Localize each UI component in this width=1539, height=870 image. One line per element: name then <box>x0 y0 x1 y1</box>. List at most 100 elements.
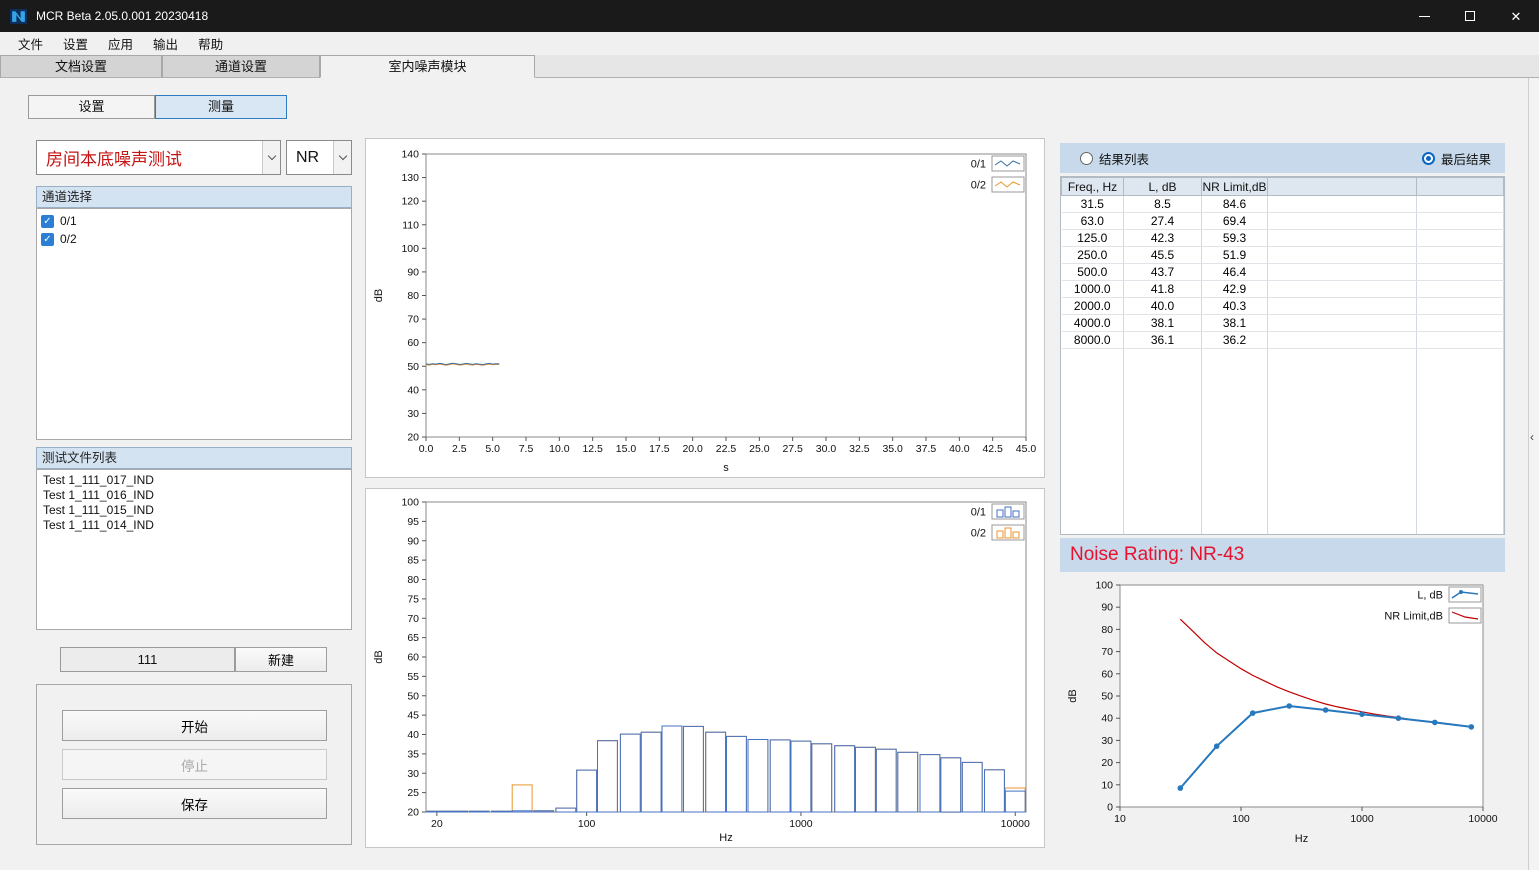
noise-rating-banner: Noise Rating: NR-43 <box>1060 538 1505 572</box>
svg-text:Hz: Hz <box>1295 833 1308 845</box>
channel-item[interactable]: ✓ 0/2 <box>37 230 351 248</box>
svg-text:80: 80 <box>1101 624 1113 636</box>
app-logo-icon <box>10 8 27 25</box>
radio-selected-icon <box>1422 152 1435 165</box>
window-controls: ✕ <box>1401 0 1539 32</box>
svg-text:70: 70 <box>407 314 419 326</box>
svg-text:95: 95 <box>407 516 419 528</box>
maximize-button[interactable] <box>1447 0 1493 32</box>
new-button[interactable]: 新建 <box>235 647 327 672</box>
menubar: 文件 设置 应用 输出 帮助 <box>0 32 1539 55</box>
close-icon: ✕ <box>1511 10 1522 23</box>
minimize-button[interactable] <box>1401 0 1447 32</box>
table-row[interactable]: 125.042.359.3 <box>1062 230 1504 247</box>
svg-text:20: 20 <box>1101 757 1113 769</box>
test-type-select[interactable]: 房间本底噪声测试 <box>36 140 281 175</box>
tab-setup[interactable]: 设置 <box>28 95 155 119</box>
channel-label: 0/2 <box>60 232 77 246</box>
svg-text:130: 130 <box>401 172 419 184</box>
svg-text:80: 80 <box>407 290 419 302</box>
svg-text:10.0: 10.0 <box>549 443 570 455</box>
svg-text:90: 90 <box>1101 602 1113 614</box>
svg-text:20: 20 <box>407 807 419 819</box>
rating-standard-select[interactable]: NR <box>286 140 352 175</box>
svg-text:0/1: 0/1 <box>971 507 986 519</box>
svg-text:0: 0 <box>1107 802 1113 814</box>
tab-measure[interactable]: 测量 <box>155 95 287 119</box>
svg-text:30: 30 <box>1101 735 1113 747</box>
col-freq: Freq., Hz <box>1062 178 1124 196</box>
start-button[interactable]: 开始 <box>62 710 327 741</box>
svg-text:7.5: 7.5 <box>519 443 534 455</box>
chevron-down-icon[interactable] <box>262 141 280 174</box>
files-section-header: 测试文件列表 <box>36 447 352 469</box>
svg-text:0.0: 0.0 <box>419 443 434 455</box>
menu-help[interactable]: 帮助 <box>188 31 233 56</box>
collapse-left-icon: ‹ <box>1530 430 1534 444</box>
results-table-body: 31.58.584.663.027.469.4125.042.359.3250.… <box>1062 196 1504 536</box>
tab-indoor-noise-module[interactable]: 室内噪声模块 <box>320 55 535 78</box>
table-row <box>1062 468 1504 485</box>
file-list-item[interactable]: Test 1_111_014_IND <box>37 518 351 533</box>
table-header-row: Freq., Hz L, dB NR Limit,dB <box>1062 178 1504 196</box>
svg-text:40: 40 <box>1101 713 1113 725</box>
file-list-item[interactable]: Test 1_111_016_IND <box>37 488 351 503</box>
menu-apply[interactable]: 应用 <box>98 31 143 56</box>
test-name-input[interactable] <box>60 647 235 672</box>
rating-standard-value: NR <box>287 149 333 167</box>
svg-text:60: 60 <box>407 652 419 664</box>
table-row[interactable]: 2000.040.040.3 <box>1062 298 1504 315</box>
svg-text:60: 60 <box>1101 668 1113 680</box>
radio-last-result-label: 最后结果 <box>1441 149 1491 168</box>
radio-result-list[interactable]: 结果列表 <box>1080 149 1149 168</box>
svg-text:42.5: 42.5 <box>982 443 1003 455</box>
svg-text:70: 70 <box>407 613 419 625</box>
svg-text:70: 70 <box>1101 646 1113 658</box>
svg-text:10: 10 <box>1114 813 1126 825</box>
svg-text:25: 25 <box>407 787 419 799</box>
channel-item[interactable]: ✓0/1 <box>37 212 351 230</box>
maximize-icon <box>1465 11 1475 21</box>
svg-text:100: 100 <box>401 243 419 255</box>
save-button[interactable]: 保存 <box>62 788 327 819</box>
table-row[interactable]: 4000.038.138.1 <box>1062 315 1504 332</box>
table-row <box>1062 366 1504 383</box>
tab-channel-settings[interactable]: 通道设置 <box>162 55 320 77</box>
close-button[interactable]: ✕ <box>1493 0 1539 32</box>
minimize-icon <box>1419 16 1430 17</box>
menu-output[interactable]: 输出 <box>143 31 188 56</box>
menu-file[interactable]: 文件 <box>8 31 53 56</box>
svg-text:27.5: 27.5 <box>782 443 803 455</box>
radio-last-result[interactable]: 最后结果 <box>1422 149 1491 168</box>
channel-section-header: 通道选择 <box>36 186 352 208</box>
svg-text:s: s <box>723 462 729 474</box>
menu-settings[interactable]: 设置 <box>53 31 98 56</box>
main-tab-bar: 文档设置 通道设置 室内噪声模块 <box>0 55 1539 78</box>
svg-text:35: 35 <box>407 748 419 760</box>
svg-text:1000: 1000 <box>789 818 813 830</box>
noise-rating-value: Noise Rating: NR-43 <box>1070 544 1244 566</box>
table-row <box>1062 349 1504 366</box>
table-row <box>1062 400 1504 417</box>
checkbox-icon[interactable]: ✓ <box>41 215 54 228</box>
test-type-value: 房间本底噪声测试 <box>37 145 262 170</box>
svg-text:110: 110 <box>402 219 419 231</box>
svg-text:45: 45 <box>407 710 419 722</box>
table-row[interactable]: 1000.041.842.9 <box>1062 281 1504 298</box>
svg-text:20.0: 20.0 <box>682 443 703 455</box>
table-row[interactable]: 500.043.746.4 <box>1062 264 1504 281</box>
chevron-down-icon[interactable] <box>333 141 351 174</box>
right-splitter[interactable]: ‹ <box>1528 78 1539 870</box>
table-row[interactable]: 31.58.584.6 <box>1062 196 1504 213</box>
tab-document-settings[interactable]: 文档设置 <box>0 55 162 77</box>
file-list-item[interactable]: Test 1_111_017_IND <box>37 473 351 488</box>
svg-text:40: 40 <box>407 384 419 396</box>
checkbox-icon[interactable]: ✓ <box>41 233 54 246</box>
svg-text:0/2: 0/2 <box>971 528 986 540</box>
svg-text:22.5: 22.5 <box>716 443 737 455</box>
table-row[interactable]: 8000.036.136.2 <box>1062 332 1504 349</box>
stop-button[interactable]: 停止 <box>62 749 327 780</box>
table-row[interactable]: 63.027.469.4 <box>1062 213 1504 230</box>
file-list-item[interactable]: Test 1_111_015_IND <box>37 503 351 518</box>
table-row[interactable]: 250.045.551.9 <box>1062 247 1504 264</box>
